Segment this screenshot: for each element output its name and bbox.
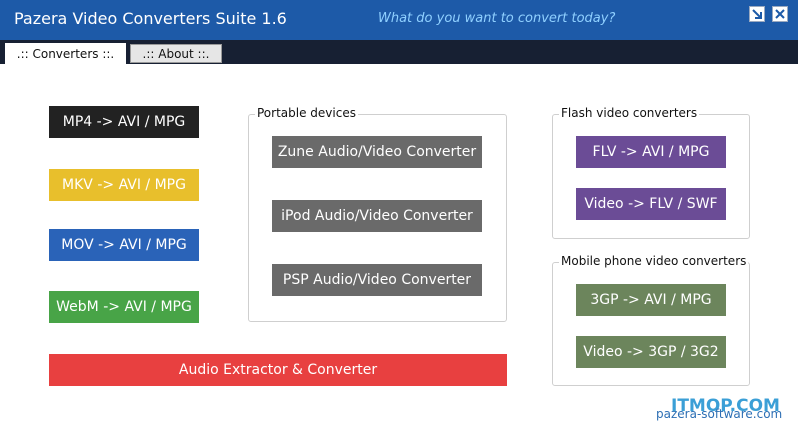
tab-about[interactable]: .:: About ::. bbox=[130, 44, 222, 63]
mp4-converter-button[interactable]: MP4 -> AVI / MPG bbox=[49, 106, 199, 138]
title-bar: Pazera Video Converters Suite 1.6 What d… bbox=[0, 0, 798, 40]
ipod-converter-button[interactable]: iPod Audio/Video Converter bbox=[272, 200, 482, 232]
mkv-converter-button[interactable]: MKV -> AVI / MPG bbox=[49, 169, 199, 201]
restore-button[interactable] bbox=[749, 6, 765, 22]
close-button[interactable] bbox=[772, 6, 788, 22]
flv-converter-button[interactable]: FLV -> AVI / MPG bbox=[576, 136, 726, 168]
close-icon bbox=[774, 5, 786, 24]
audio-extractor-button[interactable]: Audio Extractor & Converter bbox=[49, 354, 507, 386]
webm-converter-button[interactable]: WebM -> AVI / MPG bbox=[49, 291, 199, 323]
tab-converters[interactable]: .:: Converters ::. bbox=[5, 43, 126, 65]
restore-icon bbox=[751, 5, 763, 24]
video-to-3gp-button[interactable]: Video -> 3GP / 3G2 bbox=[576, 336, 726, 368]
website-link[interactable]: pazera-software.com bbox=[656, 407, 782, 421]
flash-converters-group: Flash video converters bbox=[552, 106, 750, 239]
portable-devices-label: Portable devices bbox=[255, 106, 358, 120]
mov-converter-button[interactable]: MOV -> AVI / MPG bbox=[49, 229, 199, 261]
app-title: Pazera Video Converters Suite 1.6 bbox=[14, 9, 287, 28]
mobile-converters-label: Mobile phone video converters bbox=[559, 254, 749, 268]
psp-converter-button[interactable]: PSP Audio/Video Converter bbox=[272, 264, 482, 296]
zune-converter-button[interactable]: Zune Audio/Video Converter bbox=[272, 136, 482, 168]
video-to-flv-button[interactable]: Video -> FLV / SWF bbox=[576, 188, 726, 220]
3gp-converter-button[interactable]: 3GP -> AVI / MPG bbox=[576, 284, 726, 316]
tagline: What do you want to convert today? bbox=[378, 11, 616, 26]
flash-converters-label: Flash video converters bbox=[559, 106, 700, 120]
